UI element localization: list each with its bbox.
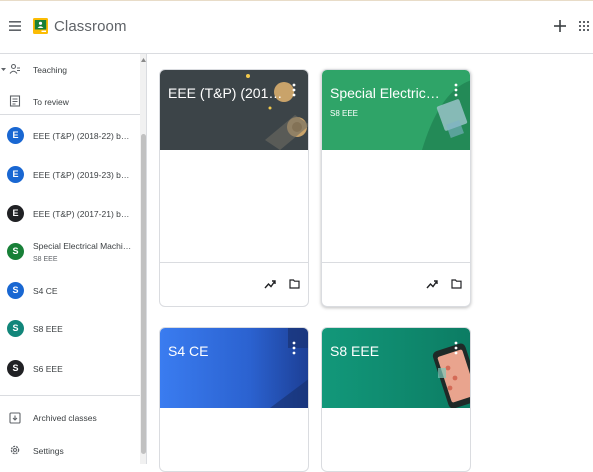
class-card[interactable]: S8 EEE bbox=[321, 327, 471, 472]
banner-illustration bbox=[270, 328, 308, 408]
folder-icon[interactable] bbox=[451, 278, 462, 289]
card-footer bbox=[322, 262, 470, 306]
scroll-up-arrow-icon[interactable] bbox=[140, 56, 147, 64]
sidebar-item-label: S4 CE bbox=[33, 286, 58, 296]
card-title[interactable]: S8 EEE bbox=[330, 343, 446, 359]
card-banner[interactable]: Special Electrical Machines S8 EEE bbox=[322, 70, 470, 150]
app-title[interactable]: Classroom bbox=[54, 18, 127, 35]
top-app-bar: Classroom bbox=[0, 0, 593, 54]
avatar: E bbox=[7, 166, 24, 183]
trending-up-icon[interactable] bbox=[426, 279, 438, 289]
card-footer bbox=[160, 262, 308, 306]
avatar: S bbox=[7, 360, 24, 377]
more-vert-icon[interactable] bbox=[291, 83, 297, 97]
scrollbar-thumb[interactable] bbox=[141, 134, 146, 454]
google-apps-icon[interactable] bbox=[579, 21, 589, 31]
sidebar-item-label: EEE (T&P) (2017-21) batch bbox=[33, 209, 133, 219]
gear-icon bbox=[10, 445, 20, 455]
avatar: E bbox=[7, 205, 24, 222]
more-vert-icon[interactable] bbox=[453, 83, 459, 97]
sidebar-item-class[interactable]: S S8 EEE bbox=[0, 311, 140, 347]
caret-down-icon[interactable] bbox=[1, 67, 6, 72]
classroom-logo-icon[interactable] bbox=[33, 17, 48, 36]
banner-illustration bbox=[246, 74, 308, 150]
sidebar-item-class[interactable]: S S6 EEE bbox=[0, 351, 140, 387]
avatar: E bbox=[7, 127, 24, 144]
class-card[interactable]: Special Electrical Machines S8 EEE bbox=[321, 69, 471, 307]
people-icon bbox=[9, 63, 20, 74]
avatar: S bbox=[7, 320, 24, 337]
card-title[interactable]: Special Electrical Machines bbox=[330, 85, 446, 101]
sidebar-item-class[interactable]: E EEE (T&P) (2019-23) batch bbox=[0, 157, 140, 193]
sidebar-scrollbar[interactable] bbox=[140, 54, 147, 464]
sidebar-item-label: To review bbox=[33, 97, 69, 107]
more-vert-icon[interactable] bbox=[453, 341, 459, 355]
more-vert-icon[interactable] bbox=[291, 341, 297, 355]
sidebar-item-class[interactable]: E EEE (T&P) (2017-21) batch bbox=[0, 196, 140, 232]
banner-illustration bbox=[432, 343, 470, 408]
sidebar-item-label: EEE (T&P) (2018-22) batch bbox=[33, 131, 133, 141]
sidebar-item-archived[interactable]: Archived classes bbox=[0, 400, 140, 436]
navigation-drawer: Teaching To review E EEE (T&P) (2018-22)… bbox=[0, 54, 147, 464]
sidebar-item-class[interactable]: S Special Electrical Machines S8 EEE bbox=[0, 234, 140, 270]
sidebar-item-label: Special Electrical Machines bbox=[33, 241, 133, 251]
divider bbox=[0, 114, 140, 115]
avatar: S bbox=[7, 282, 24, 299]
sidebar-item-sublabel: S8 EEE bbox=[33, 256, 58, 263]
class-card[interactable]: S4 CE bbox=[159, 327, 309, 472]
sidebar-item-class[interactable]: S S4 CE bbox=[0, 273, 140, 309]
sidebar-item-label: EEE (T&P) (2019-23) batch bbox=[33, 170, 133, 180]
sidebar-item-settings[interactable]: Settings bbox=[0, 432, 140, 464]
card-subtitle: S8 EEE bbox=[330, 109, 359, 118]
card-title[interactable]: EEE (T&P) (2017-21) batch bbox=[168, 85, 284, 101]
sidebar-item-label: S6 EEE bbox=[33, 364, 63, 374]
sidebar-item-label: S8 EEE bbox=[33, 324, 63, 334]
card-banner[interactable]: S4 CE bbox=[160, 328, 308, 408]
sidebar-item-label: Teaching bbox=[33, 65, 68, 75]
sidebar-item-label: Settings bbox=[33, 446, 64, 456]
sidebar-item-class[interactable]: E EEE (T&P) (2018-22) batch bbox=[0, 118, 140, 154]
trending-up-icon[interactable] bbox=[264, 279, 276, 289]
assignment-icon bbox=[9, 95, 21, 107]
sidebar-item-label: Archived classes bbox=[33, 413, 97, 423]
menu-icon[interactable] bbox=[8, 19, 22, 33]
card-banner[interactable]: EEE (T&P) (2017-21) batch bbox=[160, 70, 308, 150]
archive-icon bbox=[9, 412, 21, 424]
avatar: S bbox=[7, 243, 24, 260]
add-icon[interactable] bbox=[553, 19, 567, 33]
divider bbox=[0, 395, 140, 396]
card-banner[interactable]: S8 EEE bbox=[322, 328, 470, 408]
class-card[interactable]: EEE (T&P) (2017-21) batch bbox=[159, 69, 309, 307]
folder-icon[interactable] bbox=[289, 278, 300, 289]
card-title[interactable]: S4 CE bbox=[168, 343, 284, 359]
